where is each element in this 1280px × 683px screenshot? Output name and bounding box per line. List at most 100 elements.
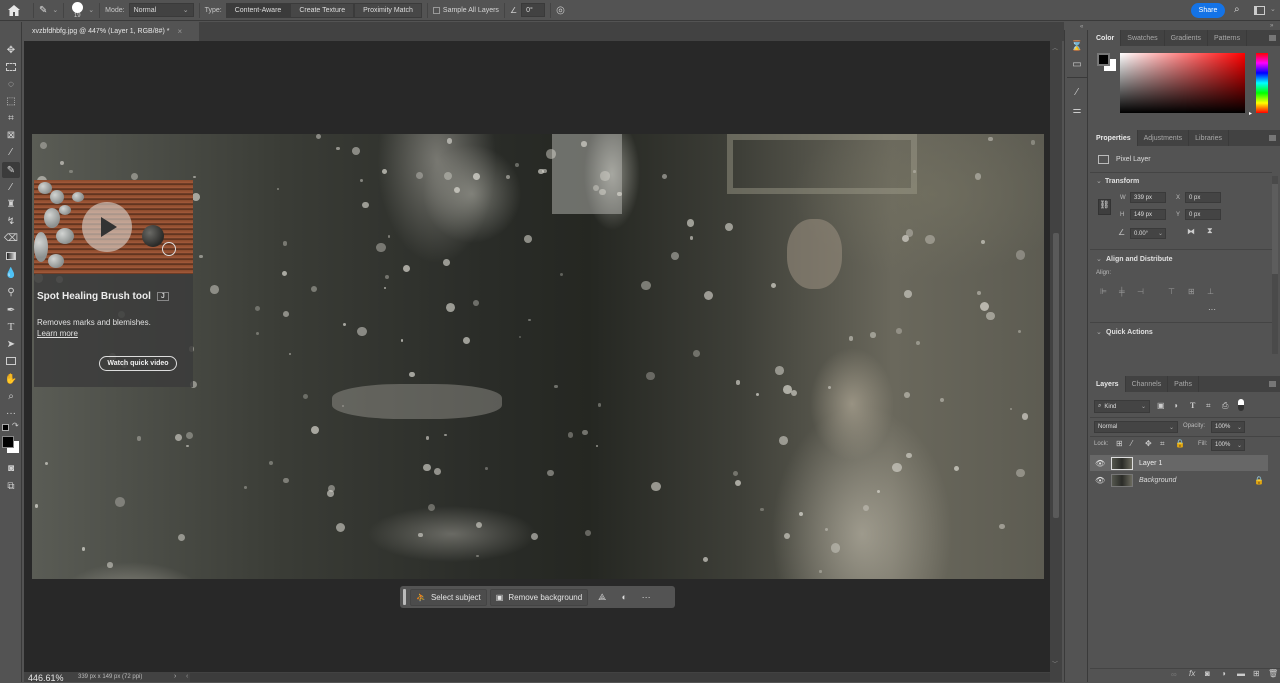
marquee-tool[interactable] — [2, 59, 20, 75]
scroll-down-icon[interactable]: ﹀ — [1052, 659, 1058, 668]
rectangle-tool[interactable] — [2, 353, 20, 369]
drag-handle[interactable] — [403, 589, 406, 605]
adjustments-presets-icon[interactable]: ⚌ — [1069, 102, 1085, 118]
crop-tool[interactable]: ⌗ — [2, 110, 20, 126]
checkbox-box[interactable] — [432, 6, 440, 14]
new-group-icon[interactable]: ▬ — [1237, 669, 1245, 678]
filter-toggle-icon[interactable] — [1238, 399, 1244, 411]
chevron-down-icon[interactable]: ⌄ — [1158, 230, 1163, 237]
history-icon[interactable]: ⌛ — [1069, 38, 1085, 54]
new-adjustment-layer-icon[interactable]: ◑ — [1221, 669, 1226, 678]
edit-toolbar-button[interactable]: ··· — [2, 405, 20, 421]
frame-tool[interactable]: ⊠ — [2, 127, 20, 143]
tab-paths[interactable]: Paths — [1168, 376, 1200, 392]
flip-horizontal-icon[interactable]: ⧓ — [1187, 227, 1195, 236]
delete-layer-icon[interactable]: 🗑 — [1268, 669, 1278, 678]
filter-type-icon[interactable]: T — [1190, 401, 1195, 410]
align-left-icon[interactable]: ⊫ — [1100, 287, 1107, 296]
chevron-down-icon[interactable]: ⌄ — [1237, 424, 1242, 431]
chevron-down-icon[interactable]: ⌄ — [1096, 177, 1102, 185]
comments-icon[interactable]: ▭ — [1069, 56, 1085, 72]
align-right-icon[interactable]: ⊣ — [1137, 287, 1144, 296]
vertical-scroll-thumb[interactable] — [1053, 233, 1059, 518]
scroll-up-icon[interactable]: ︿ — [1052, 43, 1058, 52]
layer-row-background[interactable]: 👁 Background 🔒 — [1090, 472, 1268, 488]
filter-adjustment-icon[interactable]: ◑ — [1173, 401, 1178, 410]
spot-healing-brush-tool[interactable]: ✎ — [2, 162, 20, 178]
chevron-down-icon[interactable]: ⌄ — [1096, 255, 1102, 263]
dodge-tool[interactable]: ⚲ — [2, 284, 20, 300]
pen-tool[interactable]: ✒ — [2, 302, 20, 318]
chevron-down-icon[interactable]: ⌄ — [1096, 328, 1102, 336]
eraser-tool[interactable]: ⌫ — [2, 230, 20, 246]
type-tool[interactable]: T — [2, 319, 20, 335]
visibility-eye-icon[interactable]: 👁 — [1095, 476, 1105, 485]
opacity-input[interactable]: 100% ⌄ — [1211, 421, 1245, 433]
tab-patterns[interactable]: Patterns — [1208, 30, 1248, 46]
share-button[interactable]: Share — [1191, 3, 1225, 18]
hue-slider[interactable] — [1256, 53, 1268, 113]
layer-name[interactable]: Background — [1139, 477, 1176, 484]
gradient-tool[interactable] — [2, 248, 20, 264]
y-input[interactable]: 0 px — [1185, 209, 1221, 220]
panel-menu-icon[interactable] — [1269, 381, 1276, 387]
link-icon[interactable]: ⛓ — [1098, 199, 1111, 215]
tab-color[interactable]: Color — [1090, 30, 1122, 46]
blur-tool[interactable]: 💧 — [2, 265, 20, 281]
filter-shape-icon[interactable]: ⌗ — [1206, 401, 1211, 411]
adjustment-icon[interactable]: ◐ — [613, 592, 635, 602]
lasso-tool[interactable]: ◌ — [2, 76, 20, 92]
lock-transparent-pixels-icon[interactable]: ⊞ — [1116, 439, 1123, 448]
chevron-down-icon[interactable]: ⌄ — [1270, 5, 1276, 13]
hue-slider-handle-icon[interactable]: ▸ — [1249, 110, 1252, 117]
default-colors-icon[interactable] — [2, 424, 9, 431]
color-field[interactable] — [1120, 53, 1245, 113]
align-center-horizontal-icon[interactable]: ╪ — [1119, 287, 1125, 296]
new-layer-icon[interactable]: ⊞ — [1253, 669, 1260, 678]
clone-stamp-tool[interactable]: ♜ — [2, 196, 20, 212]
screen-mode-button[interactable]: ⧉ — [2, 478, 20, 494]
select-subject-button[interactable]: ⛹ Select subject — [410, 588, 487, 606]
close-icon[interactable]: × — [177, 27, 182, 36]
link-layers-icon[interactable]: ∞ — [1171, 670, 1177, 679]
hand-tool[interactable]: ✋ — [2, 371, 20, 387]
properties-scroll-thumb[interactable] — [1272, 184, 1278, 274]
x-input[interactable]: 0 px — [1185, 192, 1221, 203]
watch-quick-video-button[interactable]: Watch quick video — [99, 356, 177, 371]
layer-filter-select[interactable]: ⌕ Kind ⌄ — [1094, 400, 1150, 413]
quick-actions-section-title[interactable]: Quick Actions — [1106, 329, 1153, 336]
lock-image-pixels-icon[interactable]: ⁄ — [1131, 439, 1132, 448]
layer-row-layer-1[interactable]: 👁 Layer 1 — [1090, 455, 1268, 471]
fill-input[interactable]: 100% ⌄ — [1211, 439, 1245, 451]
foreground-color-swatch[interactable] — [1097, 53, 1110, 66]
home-button[interactable] — [0, 0, 28, 21]
blend-mode-select[interactable]: Normal ⌄ — [1094, 421, 1178, 433]
document-tab[interactable]: xvzbfdhbfg.jpg @ 447% (Layer 1, RGB/8#) … — [24, 22, 199, 41]
lock-all-icon[interactable]: 🔒 — [1175, 439, 1185, 448]
horizontal-scrollbar[interactable] — [190, 673, 1050, 682]
expand-icon[interactable]: » — [1270, 23, 1273, 29]
angle-input[interactable]: 0° — [521, 3, 546, 17]
type-content-aware-button[interactable]: Content-Aware — [225, 2, 291, 18]
object-selection-tool[interactable]: ⬚ — [2, 93, 20, 109]
sample-all-layers-checkbox[interactable]: Sample All Layers — [432, 0, 499, 21]
tab-adjustments[interactable]: Adjustments — [1138, 130, 1190, 146]
align-top-icon[interactable]: ⊤ — [1168, 287, 1175, 296]
width-input[interactable]: 339 px — [1130, 192, 1166, 203]
more-options-icon[interactable]: ··· — [1208, 305, 1216, 314]
filter-pixel-icon[interactable]: ▣ — [1157, 401, 1165, 410]
workspace-icon[interactable] — [1254, 6, 1265, 15]
foreground-color-swatch[interactable] — [2, 436, 14, 448]
tab-gradients[interactable]: Gradients — [1165, 30, 1208, 46]
pressure-size-icon[interactable]: ◎ — [556, 5, 565, 16]
type-create-texture-button[interactable]: Create Texture — [290, 2, 355, 18]
remove-background-button[interactable]: ▣ Remove background — [489, 588, 589, 606]
quick-mask-button[interactable]: ◙ — [2, 460, 20, 476]
more-options-icon[interactable]: ··· — [635, 592, 657, 602]
filter-smart-object-icon[interactable]: ⎙ — [1222, 401, 1228, 411]
scroll-left-icon[interactable]: ‹ — [186, 673, 188, 680]
panel-menu-icon[interactable] — [1269, 135, 1276, 141]
align-middle-vertical-icon[interactable]: ⊞ — [1188, 287, 1195, 296]
tool-preset-picker[interactable]: ✎ ⌄ — [39, 0, 58, 21]
tip-video-thumbnail[interactable] — [34, 180, 193, 274]
